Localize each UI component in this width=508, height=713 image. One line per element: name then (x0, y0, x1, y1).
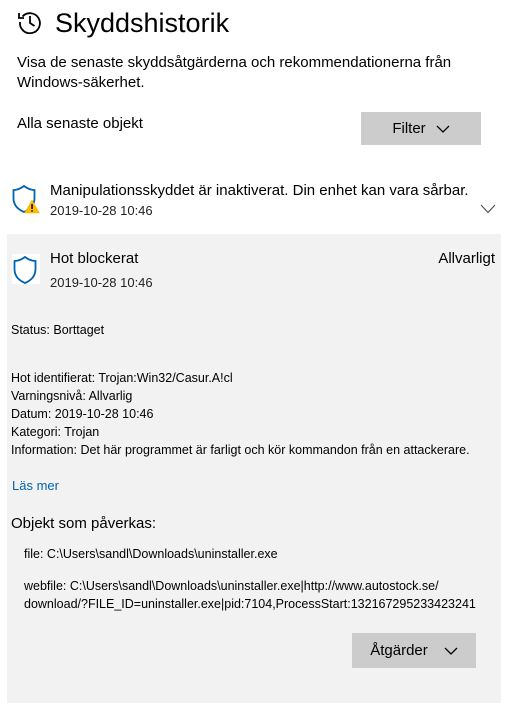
filter-button-label: Filter (392, 120, 426, 137)
item-date: 2019-10-28 10:46 (50, 275, 153, 290)
detail-category: Kategori: Trojan (11, 425, 100, 439)
detail-threat: Hot identifierat: Trojan:Win32/Casur.A!c… (11, 371, 233, 385)
severity-label: Allvarligt (438, 250, 495, 267)
scope-label: Alla senaste objekt (17, 115, 143, 132)
shield-warning-icon (12, 184, 40, 214)
detail-alert-level: Varningsnivå: Allvarlig (11, 389, 133, 403)
affected-webfile: webfile: C:\Users\sandl\Downloads\uninst… (24, 579, 439, 593)
read-more-link[interactable]: Läs mer (12, 477, 59, 495)
actions-button-label: Åtgärder (370, 642, 428, 659)
item-title: Hot blockerat (50, 250, 139, 267)
detail-date: Datum: 2019-10-28 10:46 (11, 407, 154, 421)
item-title: Manipulationsskyddet är inaktiverat. Din… (50, 182, 469, 199)
status-text: Status: Borttaget (11, 323, 105, 337)
history-icon (18, 12, 41, 35)
page-description: Visa de senaste skyddsåtgärderna och rek… (17, 54, 452, 91)
item-date: 2019-10-28 10:46 (50, 203, 153, 218)
chevron-down-icon (444, 647, 458, 655)
detail-information: Information: Det här programmet är farli… (11, 443, 470, 457)
affected-webfile-continued: download/?FILE_ID=uninstaller.exe|pid:71… (24, 597, 476, 611)
shield-icon (12, 254, 40, 284)
chevron-down-icon (436, 125, 450, 133)
filter-button[interactable]: Filter (361, 112, 481, 145)
chevron-down-icon[interactable] (480, 204, 496, 214)
affected-file: file: C:\Users\sandl\Downloads\uninstall… (24, 547, 278, 561)
actions-button[interactable]: Åtgärder (352, 633, 476, 668)
page-title: Skyddshistorik (55, 8, 230, 38)
affected-items-heading: Objekt som påverkas: (11, 515, 157, 532)
